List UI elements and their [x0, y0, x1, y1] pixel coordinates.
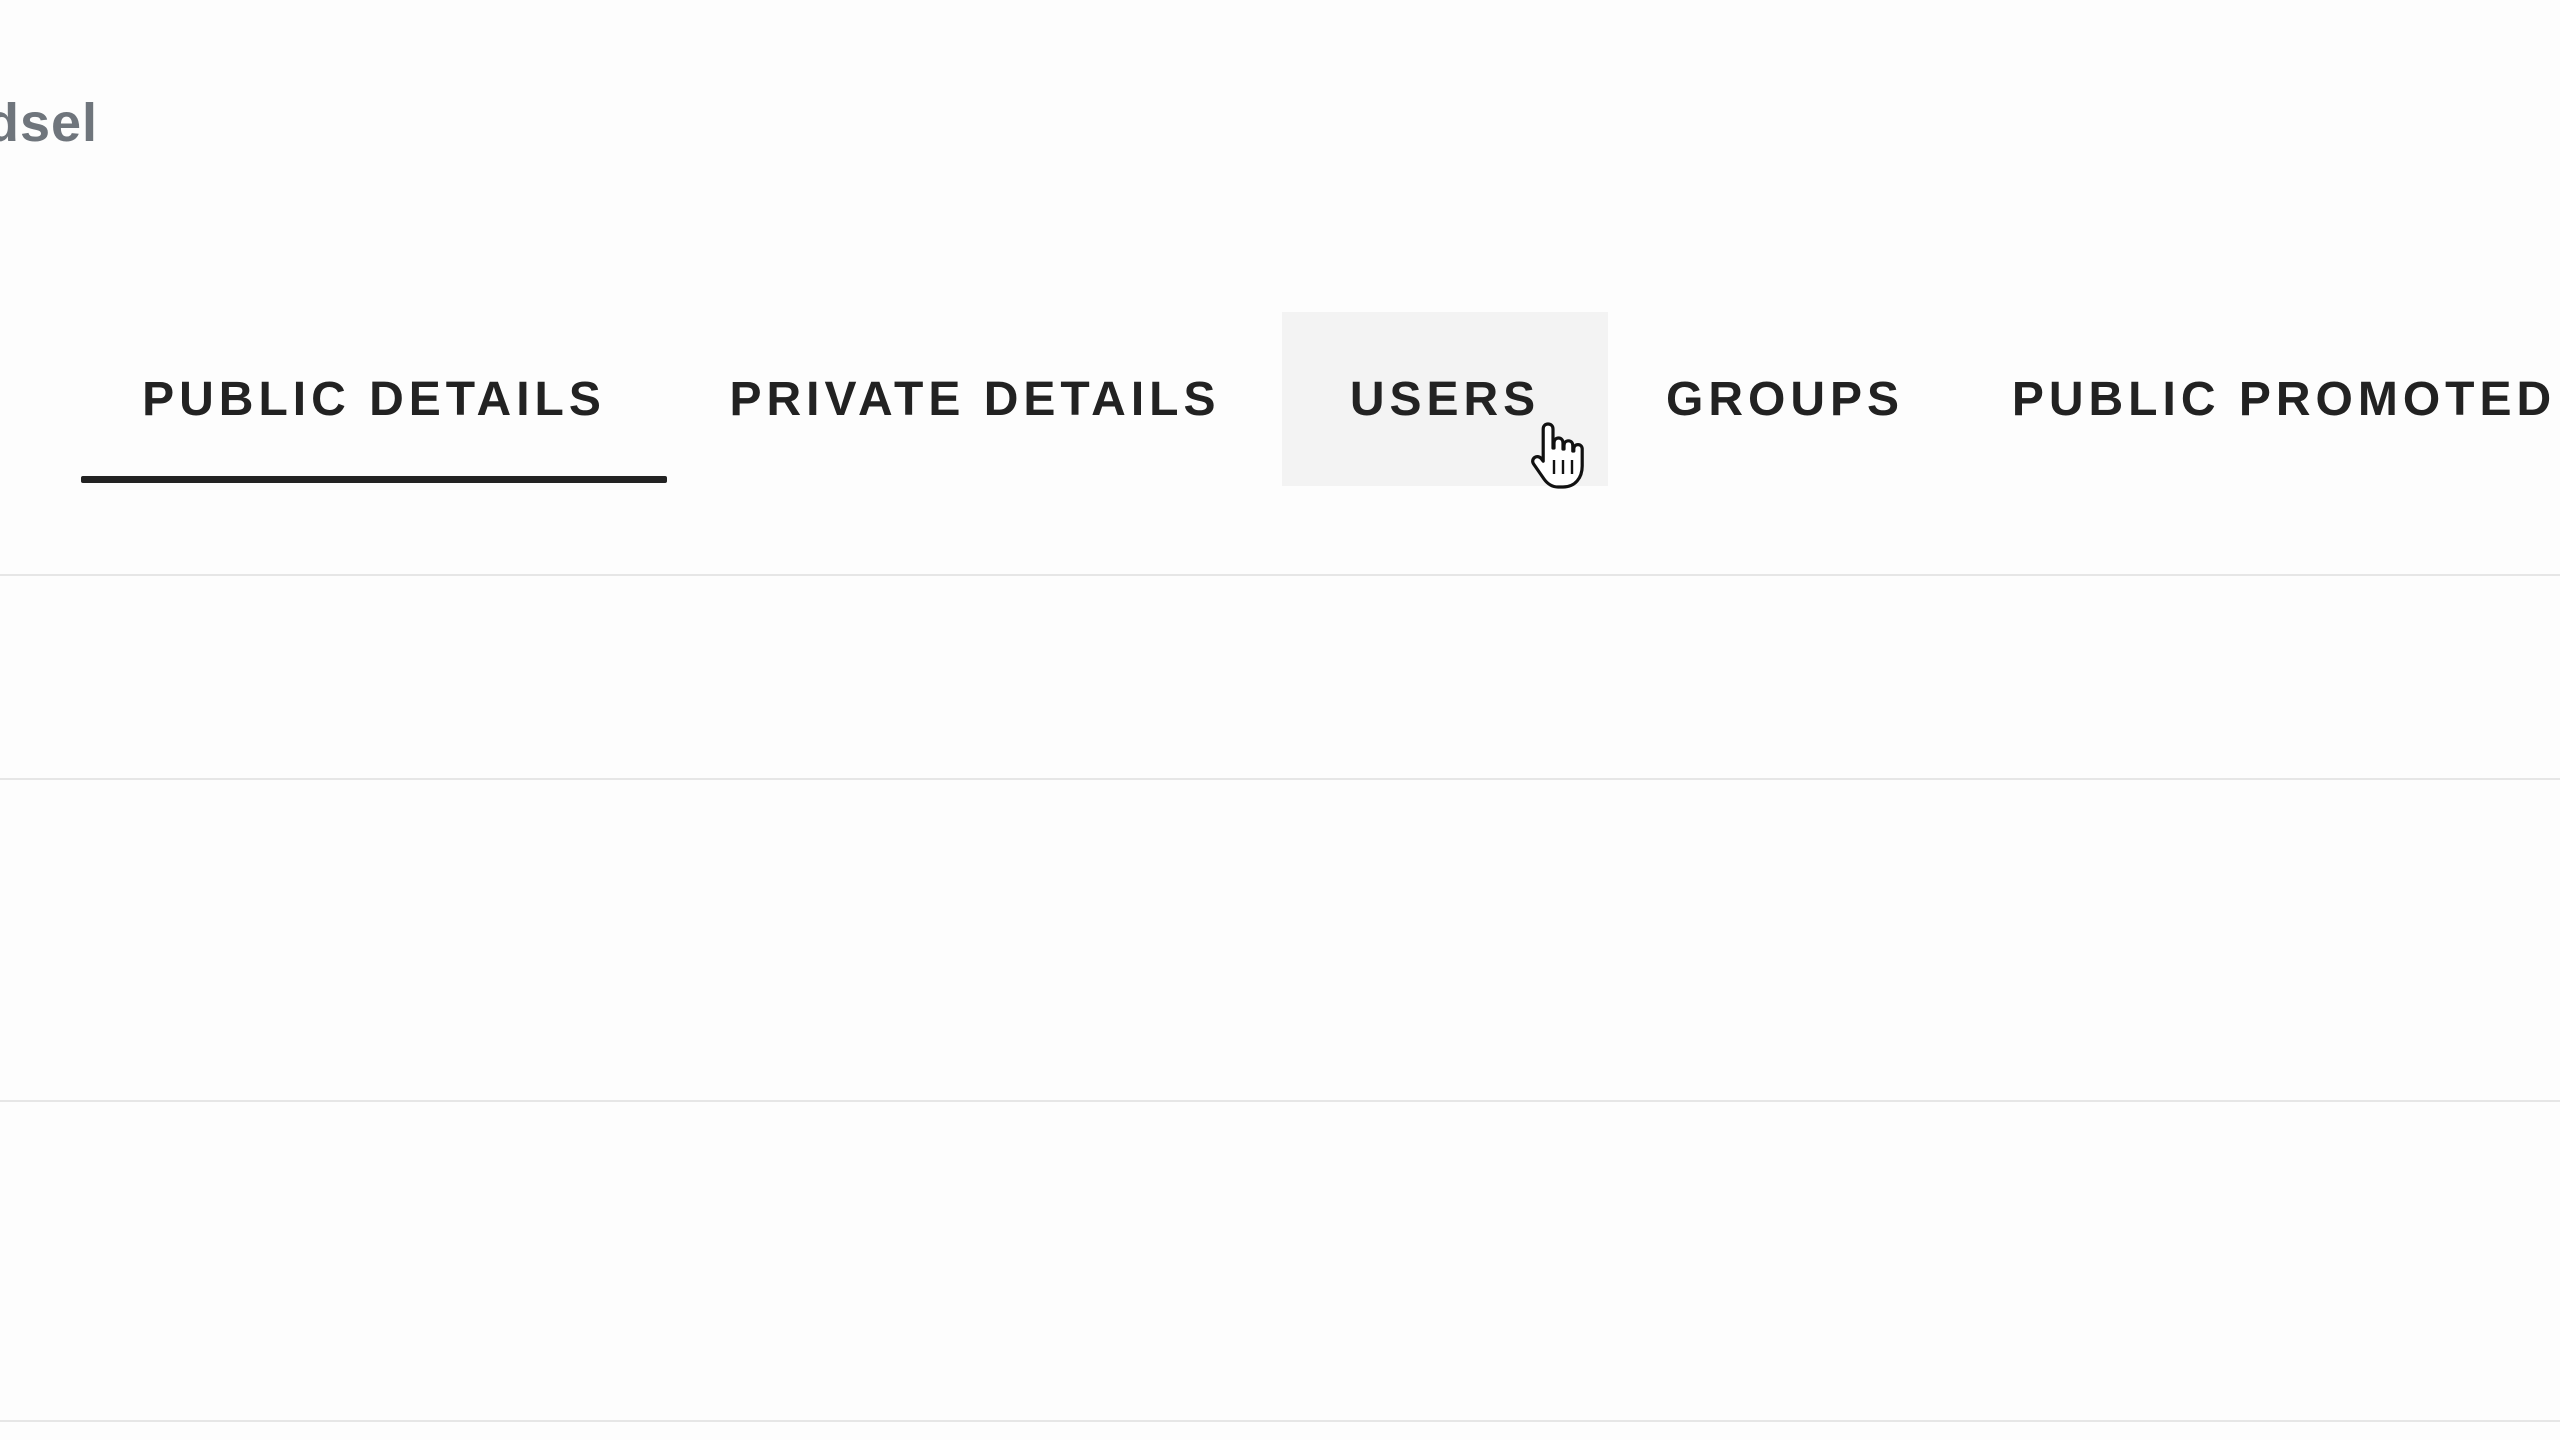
page: dsel PUBLIC DETAILS PRIVATE DETAILS USER… [0, 0, 2560, 1440]
tab-public-promoted[interactable]: PUBLIC PROMOTED [1964, 312, 2560, 486]
tab-users[interactable]: USERS [1282, 312, 1608, 486]
tab-public-details[interactable]: PUBLIC DETAILS [81, 312, 667, 486]
page-title: dsel [0, 93, 99, 153]
tab-private-details[interactable]: PRIVATE DETAILS [700, 312, 1250, 486]
tab-bar: PUBLIC DETAILS PRIVATE DETAILS USERS GRO… [0, 312, 2560, 486]
tab-bar-divider [0, 574, 2560, 576]
active-tab-indicator [81, 476, 667, 483]
row-divider [0, 1100, 2560, 1102]
row-divider [0, 778, 2560, 780]
row-divider [0, 1420, 2560, 1422]
tab-groups[interactable]: GROUPS [1640, 312, 1930, 486]
